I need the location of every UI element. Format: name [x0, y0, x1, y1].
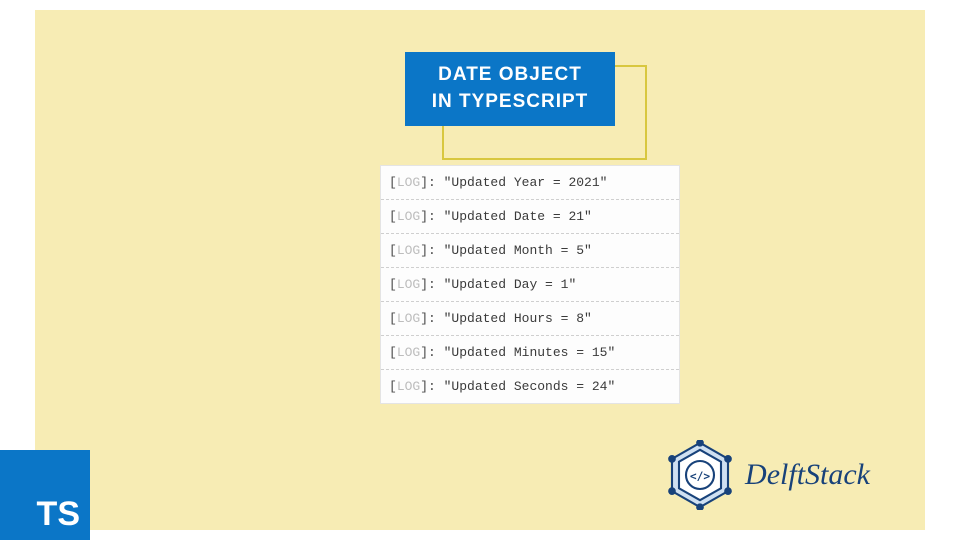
log-tag: LOG: [397, 311, 420, 326]
log-message: "Updated Minutes = 15": [444, 345, 616, 360]
log-message: "Updated Month = 5": [444, 243, 592, 258]
log-tag: LOG: [397, 175, 420, 190]
log-message: "Updated Date = 21": [444, 209, 592, 224]
log-message: "Updated Hours = 8": [444, 311, 592, 326]
log-panel: [LOG]: "Updated Year = 2021" [LOG]: "Upd…: [380, 165, 680, 404]
brand: </> DelftStack: [665, 440, 870, 510]
log-tag: LOG: [397, 277, 420, 292]
title-line-1: DATE OBJECT: [438, 62, 582, 89]
log-tag: LOG: [397, 243, 420, 258]
log-tag: LOG: [397, 209, 420, 224]
title-line-2: IN TYPESCRIPT: [432, 89, 589, 116]
log-row: [LOG]: "Updated Minutes = 15": [381, 336, 679, 370]
log-tag: LOG: [397, 379, 420, 394]
log-message: "Updated Year = 2021": [444, 175, 608, 190]
title-box: DATE OBJECT IN TYPESCRIPT: [405, 52, 615, 126]
brand-name: DelftStack: [745, 458, 870, 492]
log-row: [LOG]: "Updated Date = 21": [381, 200, 679, 234]
svg-text:</>: </>: [690, 470, 710, 483]
log-row: [LOG]: "Updated Seconds = 24": [381, 370, 679, 403]
typescript-logo-text: TS: [37, 495, 80, 534]
log-message: "Updated Day = 1": [444, 277, 577, 292]
brand-logo-icon: </>: [665, 440, 735, 510]
log-row: [LOG]: "Updated Month = 5": [381, 234, 679, 268]
log-row: [LOG]: "Updated Day = 1": [381, 268, 679, 302]
typescript-logo: TS: [0, 450, 90, 540]
log-row: [LOG]: "Updated Hours = 8": [381, 302, 679, 336]
log-row: [LOG]: "Updated Year = 2021": [381, 166, 679, 200]
canvas: DATE OBJECT IN TYPESCRIPT [LOG]: "Update…: [35, 10, 925, 530]
log-tag: LOG: [397, 345, 420, 360]
log-message: "Updated Seconds = 24": [444, 379, 616, 394]
